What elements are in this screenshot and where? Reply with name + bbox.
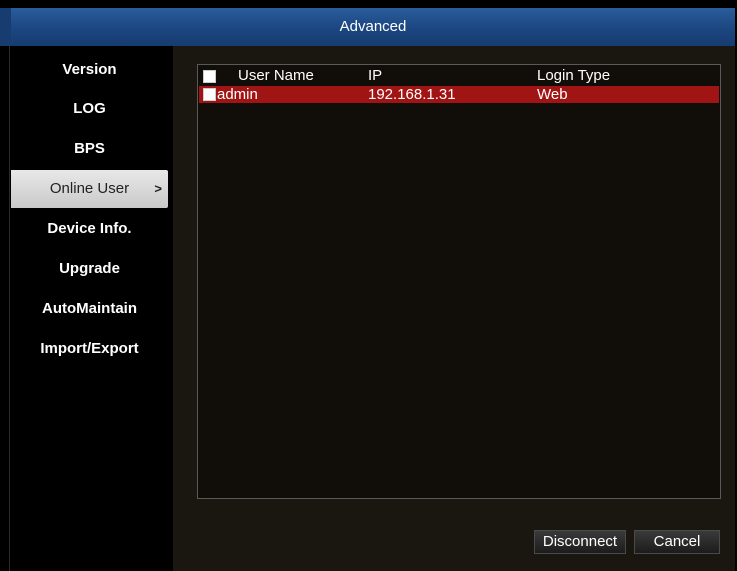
sidebar-item-label: Online User [49,180,130,197]
sidebar: Version LOG BPS Online User > Device Inf… [11,46,173,571]
sidebar-item-label: Import/Export [40,340,139,357]
sidebar-item-version[interactable]: Version [11,52,168,88]
left-edge-divider [9,46,10,571]
column-header-user-name: User Name [238,67,314,84]
cell-ip: 192.168.1.31 [368,86,456,103]
sidebar-item-device-info[interactable]: Device Info. [11,211,168,247]
title-bar: Advanced [11,8,735,46]
column-header-ip: IP [368,67,383,84]
disconnect-button[interactable]: Disconnect [534,530,626,554]
sidebar-item-bps[interactable]: BPS [11,131,168,167]
chevron-right-icon: > [154,181,162,196]
table-row[interactable]: admin 192.168.1.31 Web [199,86,719,103]
advanced-window: Advanced Version LOG BPS Online User > D… [0,0,737,571]
select-all-checkbox[interactable] [203,70,216,83]
sidebar-item-label: BPS [74,140,105,157]
sidebar-item-label: Version [62,61,117,78]
window-title: Advanced [339,18,407,35]
content-panel: User Name IP Login Type admin 192.168.1.… [173,46,735,571]
sidebar-item-label: AutoMaintain [42,300,137,317]
online-user-list[interactable]: User Name IP Login Type admin 192.168.1.… [197,64,721,499]
sidebar-item-upgrade[interactable]: Upgrade [11,251,168,287]
cell-user-name: admin [217,86,258,103]
sidebar-item-label: LOG [73,100,106,117]
title-bar-left-accent [0,8,11,46]
column-header-login-type: Login Type [537,67,611,84]
sidebar-item-label: Device Info. [47,220,132,237]
sidebar-item-label: Upgrade [59,260,120,277]
cancel-button[interactable]: Cancel [634,530,720,554]
list-header: User Name IP Login Type [198,67,720,85]
sidebar-item-automaintain[interactable]: AutoMaintain [11,291,168,327]
cell-login-type: Web [537,86,568,103]
sidebar-item-log[interactable]: LOG [11,91,168,127]
row-checkbox[interactable] [203,88,216,101]
sidebar-item-import-export[interactable]: Import/Export [11,331,168,367]
sidebar-item-online-user[interactable]: Online User > [11,170,168,208]
